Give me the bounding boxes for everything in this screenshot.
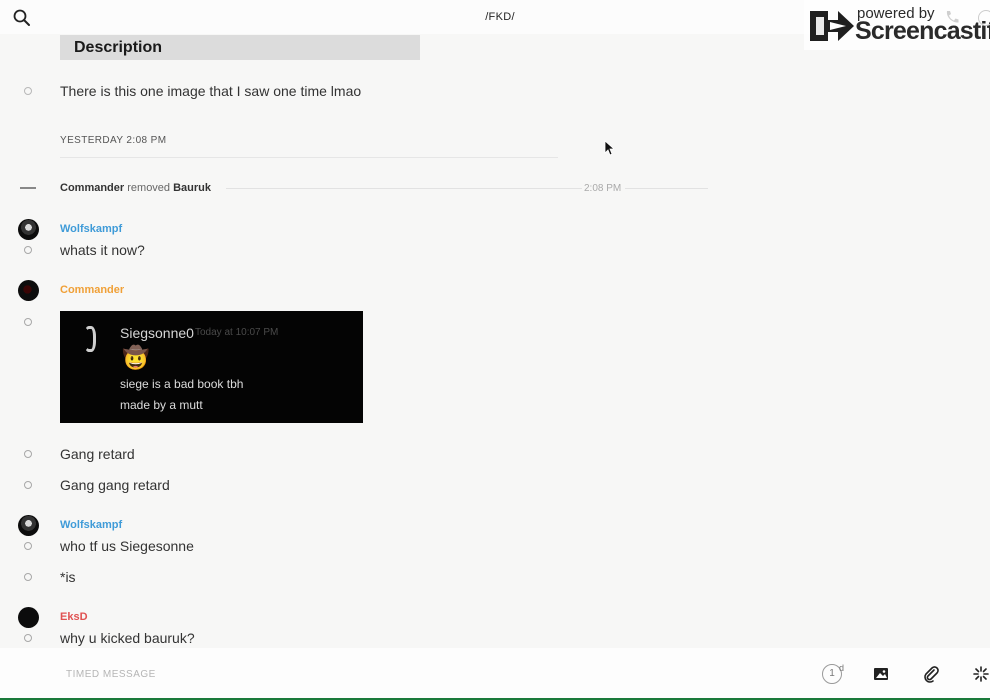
message-input[interactable] [66, 665, 766, 683]
screencastify-logo [810, 11, 854, 41]
read-status-icon [24, 481, 32, 489]
event-time: 2:08 PM [584, 183, 622, 194]
embed-username: Siegsonne0 [120, 325, 194, 341]
event-actor[interactable]: Commander [60, 182, 124, 194]
event-action: removed [127, 182, 171, 194]
username[interactable]: EksD [60, 611, 88, 623]
embed-line: siege is a bad book tbh [120, 377, 244, 391]
message-text: Gang gang retard [60, 477, 170, 493]
day-separator: YESTERDAY 2:08 PM [60, 135, 167, 146]
username[interactable]: Wolfskampf [60, 223, 122, 235]
divider [60, 157, 558, 158]
info-icon[interactable] [978, 10, 990, 26]
brand-name: Screencastify [855, 17, 990, 45]
read-status-icon [24, 542, 32, 550]
avatar[interactable] [18, 515, 39, 536]
cowboy-emoji-icon: 🤠 [122, 345, 150, 370]
system-event-icon [20, 187, 36, 189]
paperclip-icon[interactable] [922, 665, 940, 683]
read-status-icon [24, 573, 32, 581]
cursor-icon [604, 140, 614, 156]
avatar[interactable] [18, 607, 39, 628]
read-status-icon [24, 450, 32, 458]
message-text: Gang retard [60, 446, 135, 462]
event-target[interactable]: Bauruk [173, 182, 211, 194]
screencastify-watermark: powered by Screencastify [804, 0, 990, 50]
divider [226, 188, 582, 189]
divider [625, 188, 708, 189]
description-text: There is this one image that I saw one t… [60, 83, 362, 99]
read-status-icon [24, 246, 32, 254]
avatar[interactable] [18, 280, 39, 301]
read-status-icon [24, 318, 32, 326]
composer: 1 d [0, 648, 990, 700]
avatar[interactable] [18, 219, 39, 240]
read-status-icon [24, 87, 32, 95]
message-text: why u kicked bauruk? [60, 630, 195, 646]
message-text: whats it now? [60, 242, 145, 258]
message-text: who tf us Siegesonne [60, 538, 194, 554]
phone-icon[interactable] [944, 9, 960, 25]
image-attachment[interactable]: Siegsonne0 Today at 10:07 PM 🤠 siege is … [60, 311, 363, 423]
embed-timestamp: Today at 10:07 PM [195, 327, 279, 338]
username[interactable]: Commander [60, 284, 124, 296]
message-text: *is [60, 569, 76, 585]
username[interactable]: Wolfskampf [60, 519, 122, 531]
system-event-text: Commander removed Bauruk [60, 182, 211, 194]
embed-avatar-icon [84, 326, 96, 352]
loading-icon[interactable] [972, 665, 990, 683]
embed-line: made by a mutt [120, 398, 203, 412]
read-status-icon [24, 634, 32, 642]
image-icon[interactable] [872, 665, 890, 683]
description-heading: Description [60, 35, 420, 60]
timer-unit: d [839, 663, 845, 673]
